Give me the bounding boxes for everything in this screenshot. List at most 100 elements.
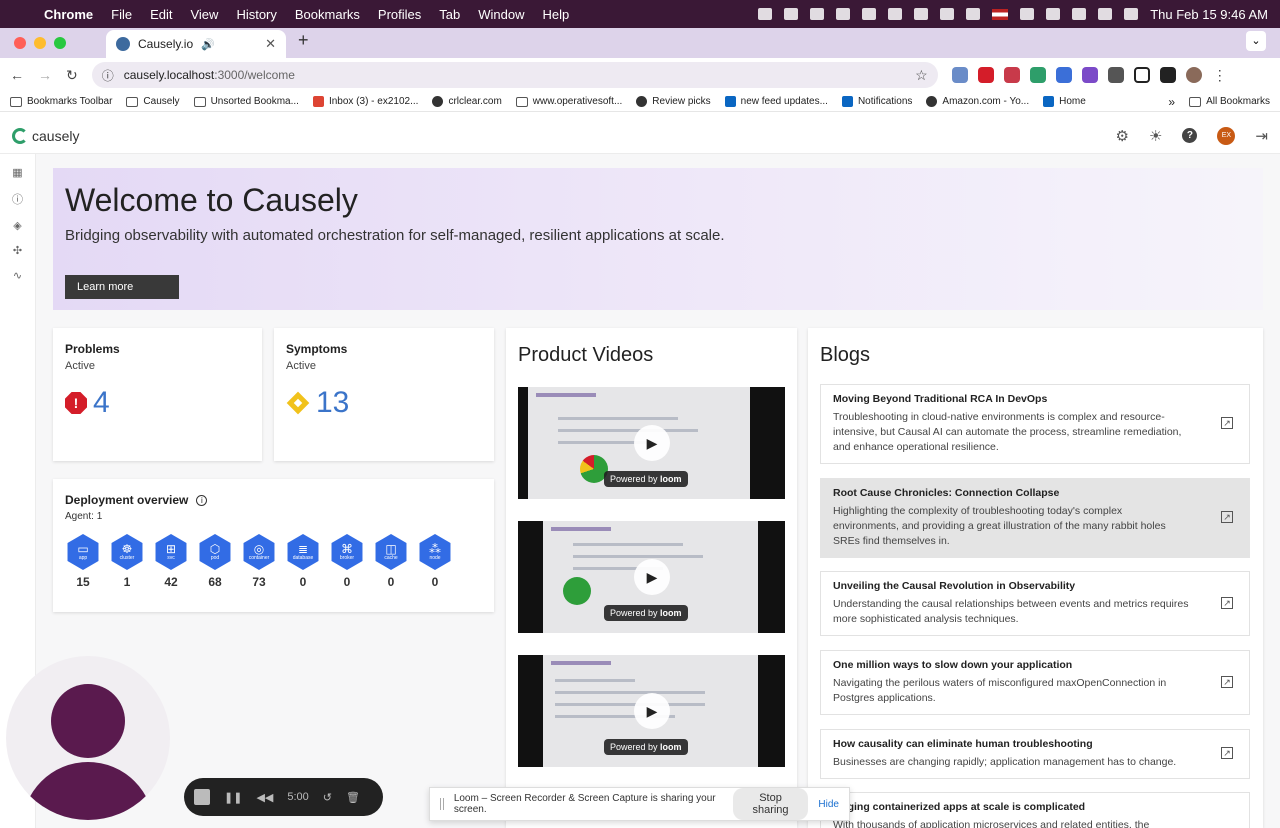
tray-icon[interactable]	[914, 8, 929, 20]
entity-database[interactable]: ≣ database 0	[285, 534, 321, 589]
entity-svc[interactable]: ⊞ svc 42	[153, 534, 189, 589]
reload-icon[interactable]: ↻	[66, 67, 78, 84]
bookmark-item[interactable]: Causely	[126, 96, 180, 107]
tray-icon[interactable]	[862, 8, 877, 20]
learn-more-button[interactable]: Learn more	[65, 275, 179, 299]
bluetooth-icon[interactable]	[940, 8, 955, 20]
extensions-puzzle-icon[interactable]	[1107, 67, 1124, 83]
all-bookmarks[interactable]: All Bookmarks	[1189, 96, 1270, 107]
blog-item[interactable]: ...aging containerized apps at scale is …	[820, 792, 1250, 828]
bookmark-item[interactable]: Amazon.com - Yo...	[926, 96, 1029, 107]
menu-history[interactable]: History	[236, 7, 276, 22]
causely-logo[interactable]: causely	[12, 127, 79, 144]
siri-icon[interactable]	[1124, 8, 1139, 20]
spotlight-search-icon[interactable]	[1072, 8, 1087, 20]
tray-icon[interactable]	[836, 8, 851, 20]
blog-item[interactable]: Moving Beyond Traditional RCA In DevOps …	[820, 384, 1250, 464]
bookmark-item[interactable]: new feed updates...	[724, 96, 828, 107]
powered-by-loom-badge[interactable]: Powered by loom	[604, 605, 688, 621]
activity-icon[interactable]: ∿	[13, 269, 22, 282]
menu-clock[interactable]: Thu Feb 15 9:46 AM	[1150, 7, 1268, 22]
user-avatar[interactable]: EX	[1217, 126, 1236, 145]
extension-icon[interactable]	[1055, 67, 1072, 83]
stop-sharing-button[interactable]: Stop sharing	[732, 788, 809, 820]
browser-tab[interactable]: Causely.io 🔊 ✕	[106, 30, 286, 58]
play-icon[interactable]: ▶	[634, 425, 670, 461]
bookmark-item[interactable]: Unsorted Bookma...	[193, 96, 299, 107]
zoom-window-button[interactable]	[54, 37, 66, 49]
input-source-flag-icon[interactable]	[992, 8, 1009, 20]
rewind-icon[interactable]: ◀◀	[256, 791, 273, 804]
video-thumbnail[interactable]: ▶ Powered by loom	[518, 655, 785, 767]
menu-file[interactable]: File	[111, 7, 132, 22]
blog-item[interactable]: How causality can eliminate human troubl…	[820, 729, 1250, 779]
back-arrow-icon[interactable]: ←	[10, 67, 24, 83]
entity-pod[interactable]: ⬡ pod 68	[197, 534, 233, 589]
entity-container[interactable]: ◎ container 73	[241, 534, 277, 589]
powered-by-loom-badge[interactable]: Powered by loom	[604, 471, 688, 487]
more-bookmarks-chevron-icon[interactable]: »	[1168, 95, 1175, 109]
entity-broker[interactable]: ⌘ broker 0	[329, 534, 365, 589]
google-icon[interactable]	[1133, 67, 1150, 83]
entity-node[interactable]: ⁂ node 0	[417, 534, 453, 589]
dashboard-icon[interactable]: ▦	[12, 166, 22, 179]
stop-recording-icon[interactable]	[194, 789, 210, 805]
external-link-icon[interactable]: ↗	[1221, 596, 1233, 609]
menu-edit[interactable]: Edit	[150, 7, 172, 22]
blog-item[interactable]: Unveiling the Causal Revolution in Obser…	[820, 571, 1250, 636]
drag-handle-icon[interactable]	[440, 798, 444, 810]
menu-bookmarks[interactable]: Bookmarks	[295, 7, 360, 22]
kebab-menu-icon[interactable]: ⋮	[1212, 67, 1228, 83]
menu-view[interactable]: View	[190, 7, 218, 22]
tab-search-chevron-icon[interactable]: ⌄	[1246, 31, 1266, 51]
bookmark-item[interactable]: Home	[1043, 96, 1086, 107]
external-link-icon[interactable]: ↗	[1221, 417, 1233, 429]
entity-cluster[interactable]: ☸ cluster 1	[109, 534, 145, 589]
tray-icon[interactable]	[810, 8, 825, 20]
extension-icon[interactable]	[951, 67, 968, 83]
extension-icon[interactable]	[1029, 67, 1046, 83]
forward-arrow-icon[interactable]: →	[38, 67, 52, 83]
play-icon[interactable]: ▶	[634, 559, 670, 595]
problems-card[interactable]: Problems Active ! 4	[53, 328, 262, 461]
menu-profiles[interactable]: Profiles	[378, 7, 421, 22]
bookmark-item[interactable]: crlclear.com	[432, 96, 502, 107]
play-icon[interactable]: ▶	[634, 693, 670, 729]
menu-app-name[interactable]: Chrome	[44, 7, 93, 22]
extension-icon[interactable]	[1081, 67, 1098, 83]
minimize-window-button[interactable]	[34, 37, 46, 49]
close-window-button[interactable]	[14, 37, 26, 49]
restart-icon[interactable]: ↺	[323, 791, 332, 804]
pause-icon[interactable]: ❚❚	[224, 791, 242, 804]
bookmark-item[interactable]: Notifications	[841, 96, 912, 107]
menu-window[interactable]: Window	[478, 7, 524, 22]
info-icon[interactable]: i	[196, 494, 208, 506]
tray-icon[interactable]	[758, 8, 773, 20]
external-link-icon[interactable]: ↗	[1221, 747, 1233, 759]
help-icon[interactable]: ?	[1182, 128, 1198, 143]
bookmark-item[interactable]: Review picks	[636, 96, 711, 107]
menu-help[interactable]: Help	[543, 7, 570, 22]
blog-item[interactable]: Root Cause Chronicles: Connection Collap…	[820, 478, 1250, 558]
site-info-icon[interactable]: ⓘ	[102, 67, 114, 84]
control-center-icon[interactable]	[1098, 8, 1113, 20]
alert-icon[interactable]: ⓘ	[12, 191, 23, 207]
video-thumbnail[interactable]: ▶ Powered by loom	[518, 521, 785, 633]
topology-icon[interactable]: ◈	[13, 219, 21, 232]
new-tab-button[interactable]: +	[298, 30, 309, 51]
speaker-icon[interactable]: 🔊	[201, 38, 215, 51]
hide-link[interactable]: Hide	[818, 799, 839, 810]
services-icon[interactable]: ✣	[13, 244, 22, 257]
theme-toggle-icon[interactable]: ☀	[1149, 127, 1162, 145]
symptoms-card[interactable]: Symptoms Active 13	[274, 328, 494, 461]
logout-icon[interactable]: ⇥	[1255, 127, 1268, 145]
tray-icon[interactable]	[784, 8, 799, 20]
video-thumbnail[interactable]: ▶ Powered by loom	[518, 387, 785, 499]
side-panel-icon[interactable]	[1159, 67, 1176, 83]
external-link-icon[interactable]: ↗	[1221, 675, 1233, 688]
entity-cache[interactable]: ◫ cache 0	[373, 534, 409, 589]
bookmark-item[interactable]: Bookmarks Toolbar	[10, 96, 112, 107]
battery-icon[interactable]	[1020, 8, 1035, 20]
powered-by-loom-badge[interactable]: Powered by loom	[604, 739, 688, 755]
menu-tab[interactable]: Tab	[439, 7, 460, 22]
